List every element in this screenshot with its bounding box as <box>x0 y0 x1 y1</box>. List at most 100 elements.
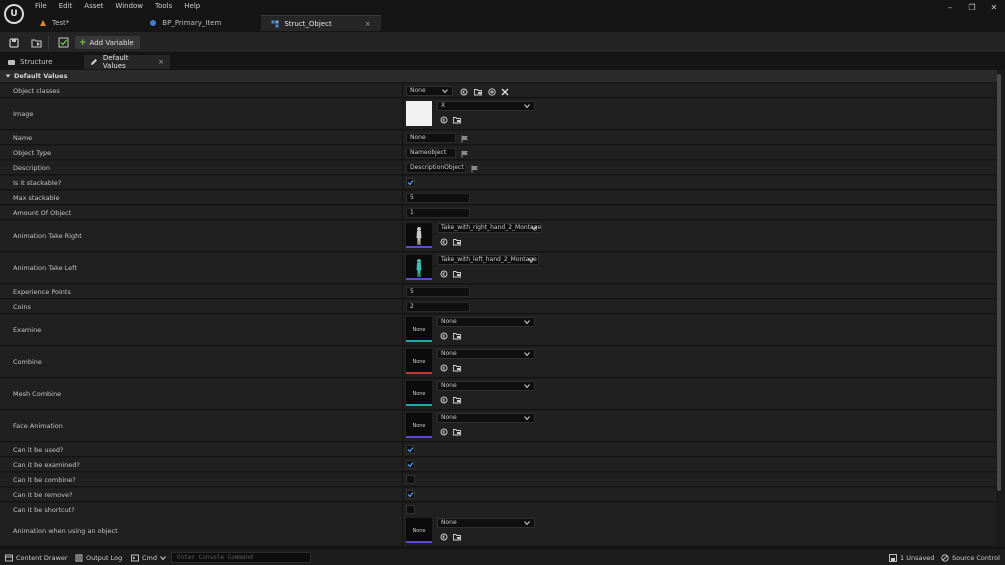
tab-struct-object[interactable]: Struct_Object × <box>261 15 381 31</box>
montage-thumbnail[interactable] <box>406 255 432 280</box>
save-icon[interactable] <box>7 36 21 49</box>
mesh-combine-combo[interactable]: None <box>437 381 535 391</box>
row-label: Animation Take Right <box>13 232 82 240</box>
browse-folder-icon[interactable] <box>473 87 482 96</box>
browse-folder-icon[interactable] <box>452 331 461 340</box>
menu-help[interactable]: Help <box>178 1 206 12</box>
asset-thumbnail[interactable]: None <box>406 413 432 438</box>
reset-arrow-icon[interactable] <box>459 87 468 96</box>
close-tab-icon[interactable]: × <box>365 20 371 28</box>
panel-tabs: Structure Default Values × <box>0 54 1005 70</box>
asset-thumbnail[interactable]: None <box>406 349 432 374</box>
can-used-checkbox[interactable] <box>406 445 415 454</box>
reset-arrow-icon[interactable] <box>439 331 448 340</box>
combo-value: X <box>441 102 446 109</box>
struct-icon <box>271 20 279 27</box>
can-combine-checkbox[interactable] <box>406 475 415 484</box>
unsaved-button[interactable]: 1 Unsaved <box>889 552 934 563</box>
reset-arrow-icon[interactable] <box>439 427 448 436</box>
montage-thumbnail[interactable] <box>406 223 432 248</box>
structure-icon <box>8 59 15 65</box>
chevron-down-icon <box>524 320 530 325</box>
menu-asset[interactable]: Asset <box>78 1 109 12</box>
thumb-label: None <box>412 390 426 397</box>
console-input[interactable]: Enter Console Command <box>171 552 311 563</box>
reset-arrow-icon[interactable] <box>439 269 448 278</box>
browse-folder-icon[interactable] <box>452 532 461 541</box>
experience-field[interactable]: 5 <box>406 287 470 297</box>
anim-using-combo[interactable]: None <box>437 518 535 528</box>
asset-thumbnail[interactable]: None <box>406 381 432 406</box>
compile-icon[interactable] <box>56 36 70 49</box>
reset-arrow-icon[interactable] <box>439 395 448 404</box>
reset-arrow-icon[interactable] <box>439 532 448 541</box>
clear-x-icon[interactable] <box>500 87 509 96</box>
add-variable-button[interactable]: + Add Variable <box>75 36 140 49</box>
cmd-dropdown[interactable]: Cmd <box>131 552 166 563</box>
browse-folder-icon[interactable] <box>452 363 461 372</box>
coins-field[interactable]: 2 <box>406 302 470 312</box>
anim-take-left-combo[interactable]: Take_with_left_hand_2_Montage <box>437 255 539 265</box>
browse-folder-icon[interactable] <box>452 395 461 404</box>
image-thumbnail[interactable] <box>406 101 432 126</box>
is-stackable-checkbox[interactable] <box>406 178 415 187</box>
combine-combo[interactable]: None <box>437 349 535 359</box>
level-icon <box>40 20 46 26</box>
localization-flag-icon[interactable] <box>460 134 469 143</box>
amount-field[interactable]: 1 <box>406 208 470 218</box>
can-shortcut-checkbox[interactable] <box>406 505 415 514</box>
output-log-label: Output Log <box>86 553 123 562</box>
name-field[interactable]: None <box>406 133 456 143</box>
content-drawer-button[interactable]: Content Drawer <box>5 552 68 563</box>
browse-icon[interactable] <box>29 36 43 49</box>
menu-window[interactable]: Window <box>109 1 149 12</box>
browse-folder-icon[interactable] <box>452 115 461 124</box>
thumb-label: None <box>412 422 426 429</box>
tab-bp-primary-item[interactable]: BP_Primary_Item <box>139 15 231 31</box>
object-classes-combo[interactable]: None <box>406 86 453 96</box>
browse-folder-icon[interactable] <box>452 269 461 278</box>
add-element-icon[interactable] <box>487 87 496 96</box>
face-animation-combo[interactable]: None <box>437 413 535 423</box>
anim-take-right-combo[interactable]: Take_with_right_hand_2_Montage <box>437 223 542 233</box>
browse-folder-icon[interactable] <box>452 237 461 246</box>
image-combo[interactable]: X <box>437 101 535 111</box>
tab-test[interactable]: Test* <box>29 15 79 31</box>
object-type-field[interactable]: Nameobject <box>406 148 456 158</box>
tab-structure-label: Structure <box>20 58 53 66</box>
tab-default-values[interactable]: Default Values × <box>84 54 170 70</box>
reset-arrow-icon[interactable] <box>439 115 448 124</box>
row-label: Object classes <box>13 86 60 95</box>
can-examined-checkbox[interactable] <box>406 460 415 469</box>
terminal-icon <box>131 554 139 561</box>
close-panel-icon[interactable]: × <box>158 58 164 66</box>
source-control-button[interactable]: Source Control <box>941 552 1000 563</box>
description-field[interactable]: DescriptionObject <box>406 163 466 173</box>
reset-arrow-icon[interactable] <box>439 363 448 372</box>
combo-value: None <box>441 350 457 357</box>
max-stackable-field[interactable]: 5 <box>406 193 470 203</box>
asset-thumbnail[interactable]: None <box>406 317 432 342</box>
row-label: Description <box>13 163 51 172</box>
unreal-logo-icon[interactable]: U <box>4 4 24 24</box>
tab-structure[interactable]: Structure <box>2 55 59 69</box>
examine-combo[interactable]: None <box>437 317 535 327</box>
minimize-icon[interactable]: – <box>943 2 957 14</box>
close-window-icon[interactable]: ✕ <box>987 2 1001 14</box>
output-log-button[interactable]: Output Log <box>75 552 122 563</box>
can-remove-checkbox[interactable] <box>406 490 415 499</box>
reset-arrow-icon[interactable] <box>439 237 448 246</box>
combo-value: None <box>441 318 457 325</box>
scrollbar-thumb[interactable] <box>997 74 1001 491</box>
section-default-values[interactable]: Default Values <box>0 70 997 82</box>
maximize-icon[interactable]: ❐ <box>965 2 979 14</box>
localization-flag-icon[interactable] <box>460 149 469 158</box>
asset-thumbnail[interactable]: None <box>406 518 432 543</box>
browse-folder-icon[interactable] <box>452 427 461 436</box>
row-object-type: Object Type Nameobject <box>0 146 996 160</box>
menu-edit[interactable]: Edit <box>53 1 79 12</box>
menu-file[interactable]: File <box>29 1 53 12</box>
row-label: Can it be remove? <box>13 490 73 499</box>
menu-tools[interactable]: Tools <box>149 1 178 12</box>
localization-flag-icon[interactable] <box>470 164 479 173</box>
